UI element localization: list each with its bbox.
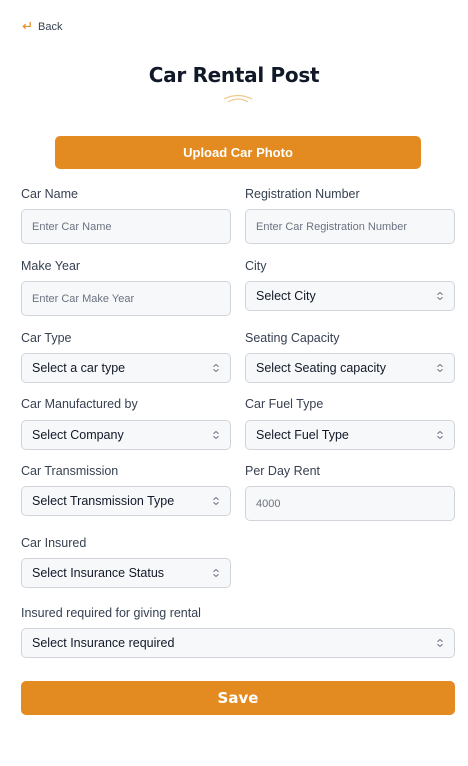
seating-capacity-select[interactable]: Select Seating capacity (245, 353, 455, 383)
manufacturer-select[interactable]: Select Company (21, 420, 231, 450)
per-day-rent-input[interactable]: 4000 (245, 486, 455, 521)
chevron-up-down-icon (437, 363, 443, 373)
car-insured-label: Car Insured (21, 536, 87, 550)
manufacturer-label: Car Manufactured by (21, 397, 138, 411)
city-select-value: Select City (256, 289, 316, 303)
city-label: City (245, 259, 267, 273)
registration-number-input[interactable]: Enter Car Registration Number (245, 209, 455, 244)
per-day-rent-value: 4000 (256, 497, 281, 510)
car-insured-select-value: Select Insurance Status (32, 566, 165, 580)
transmission-label: Car Transmission (21, 464, 119, 478)
transmission-select[interactable]: Select Transmission Type (21, 486, 231, 516)
make-year-label: Make Year (21, 259, 81, 273)
fuel-type-label: Car Fuel Type (245, 397, 324, 411)
make-year-input[interactable]: Enter Car Make Year (21, 281, 231, 316)
chevron-up-down-icon (213, 430, 219, 440)
registration-number-placeholder: Enter Car Registration Number (256, 220, 408, 233)
car-insured-select[interactable]: Select Insurance Status (21, 558, 231, 588)
upload-car-photo-button[interactable]: Upload Car Photo (55, 136, 421, 169)
insurance-required-select[interactable]: Select Insurance required (21, 628, 455, 658)
car-type-select-value: Select a car type (32, 361, 126, 375)
seating-capacity-select-value: Select Seating capacity (256, 361, 386, 375)
back-label: Back (38, 21, 63, 33)
manufacturer-select-value: Select Company (32, 428, 124, 442)
transmission-select-value: Select Transmission Type (32, 494, 175, 508)
registration-number-label: Registration Number (245, 187, 360, 201)
car-type-select[interactable]: Select a car type (21, 353, 231, 383)
car-name-placeholder: Enter Car Name (32, 220, 112, 233)
car-name-label: Car Name (21, 187, 78, 201)
insurance-required-select-value: Select Insurance required (32, 636, 175, 650)
back-link[interactable]: Back (21, 18, 62, 36)
save-button[interactable]: Save (21, 681, 455, 715)
car-type-label: Car Type (21, 331, 72, 345)
chevron-up-down-icon (213, 568, 219, 578)
city-select[interactable]: Select City (245, 281, 455, 311)
fuel-type-select-value: Select Fuel Type (256, 428, 349, 442)
chevron-up-down-icon (213, 496, 219, 506)
car-name-input[interactable]: Enter Car Name (21, 209, 231, 244)
back-arrow-icon (21, 18, 32, 36)
chevron-up-down-icon (437, 291, 443, 301)
insurance-required-label: Insured required for giving rental (21, 606, 201, 620)
chevron-up-down-icon (437, 638, 443, 648)
chevron-up-down-icon (213, 363, 219, 373)
title-underline-decoration (223, 94, 253, 103)
chevron-up-down-icon (437, 430, 443, 440)
page-title: Car Rental Post (148, 63, 320, 87)
seating-capacity-label: Seating Capacity (245, 331, 340, 345)
fuel-type-select[interactable]: Select Fuel Type (245, 420, 455, 450)
make-year-placeholder: Enter Car Make Year (32, 292, 135, 305)
per-day-rent-label: Per Day Rent (245, 464, 321, 478)
